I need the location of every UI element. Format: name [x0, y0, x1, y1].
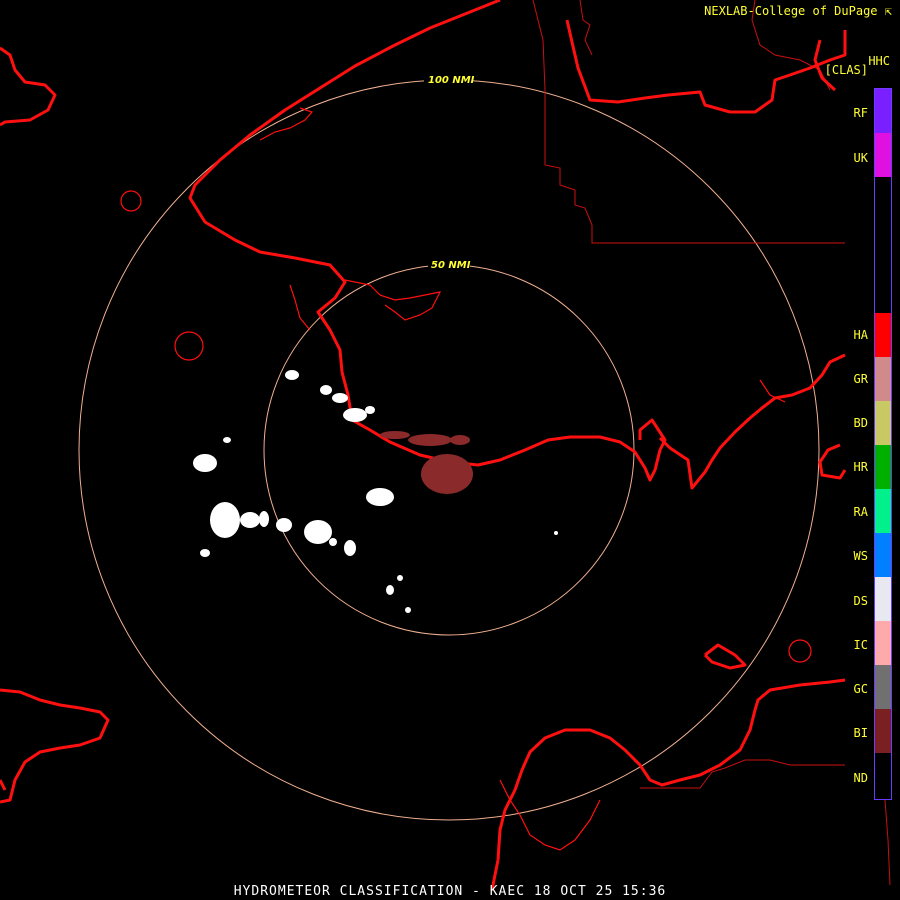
legend-label-bd: BD [853, 416, 868, 430]
credit-text: NEXLAB-College of DuPage ⇱ [704, 4, 892, 18]
legend-label-ic: IC [853, 638, 868, 652]
legend-label-ds: DS [853, 594, 868, 608]
legend-swatch-bd [875, 401, 891, 445]
range-ring-50-label: 50 NMI [431, 260, 471, 271]
product-caption: HYDROMETEOR CLASSIFICATION - KAEC 18 OCT… [233, 884, 667, 899]
range-ring-50 [263, 264, 635, 636]
legend-label-uk: UK [853, 151, 868, 165]
radar-map: 100 NMI 50 NMI [0, 0, 891, 891]
range-ring-100-label: 100 NMI [428, 75, 475, 86]
legend-swatch-ha [875, 313, 891, 357]
boundary-lines [532, 0, 891, 886]
legend-swatch-gr [875, 357, 891, 401]
legend-swatch-ic [875, 621, 891, 665]
legend-label-nd: ND [853, 771, 868, 785]
legend-swatch-uk [875, 133, 891, 177]
legend-label-rf: RF [853, 106, 868, 120]
legend-label-gc: GC [853, 682, 868, 696]
legend-swatch-bi [875, 709, 891, 753]
corner-icon: ⇱ [884, 4, 892, 18]
biological-echo-cells [380, 431, 473, 494]
legend-swatch-ws [875, 533, 891, 577]
classification-legend [874, 88, 892, 800]
legend-swatch-nd [875, 753, 891, 797]
legend-label-gr: GR [853, 372, 868, 386]
legend-label-ra: RA [853, 505, 868, 519]
range-ring-100 [78, 79, 820, 821]
legend-swatch-rf [875, 89, 891, 133]
legend-label-bi: BI [853, 726, 868, 740]
legend-label-ws: WS [853, 549, 868, 563]
snow-echo-cells [193, 370, 558, 613]
legend-label-hr: HR [853, 460, 868, 474]
legend-swatch-ra [875, 489, 891, 533]
legend-swatch-gc [875, 665, 891, 709]
product-abbrev: [CLAS] [824, 63, 868, 77]
product-code: HHC [868, 54, 890, 68]
legend-swatch-ds [875, 577, 891, 621]
legend-label-ha: HA [853, 328, 868, 342]
legend-swatch-hr [875, 445, 891, 489]
